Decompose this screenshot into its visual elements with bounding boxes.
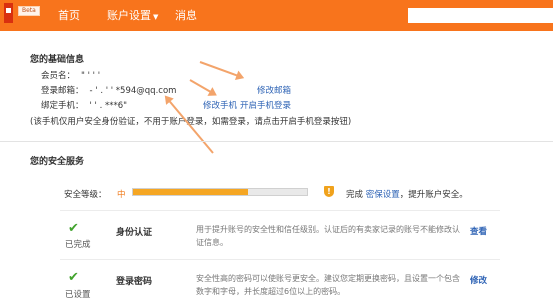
annotation-arrow [189,79,215,95]
item-divider [60,259,500,260]
security-title: 您的安全服务 [30,157,85,167]
member-row: 会员名： " ' ' ' [41,69,100,81]
item-status: 已设置 [65,290,91,300]
email-row: 登录邮箱： - ' . ' ' *594@qq.com [41,84,176,96]
security-level-label: 安全等级： [64,190,107,200]
nav-account-label: 账户设置 [107,9,151,22]
phone-label: 绑定手机： [41,101,84,111]
item-divider [60,210,500,211]
check-icon: ✔ [68,270,79,285]
email-label: 登录邮箱： [41,86,84,96]
shield-icon: ! [324,186,334,197]
beta-badge: Beta [18,6,40,16]
security-question-link[interactable]: 密保设置 [366,190,400,200]
security-hint: 完成 密保设置，提升账户安全。 [346,188,468,200]
annotation-arrow [199,61,242,78]
phone-value: ' ' . ***6" [89,101,128,111]
top-nav-bar: Beta 首页 账户设置 ▼ 消息 [0,0,553,31]
view-identity-button[interactable]: 查看 [470,225,487,237]
logo-icon[interactable] [4,3,13,23]
hint-prefix: 完成 [346,190,364,200]
edit-phone-link[interactable]: 修改手机 [203,99,237,111]
item-name: 身份认证 [116,228,153,238]
item-description: 安全性高的密码可以使账号更安全。建议您定期更换密码，且设置一个包含数字和字母，并… [196,274,460,296]
enable-phone-login-link[interactable]: 开启手机登录 [240,99,291,111]
member-value: " ' ' ' [81,71,101,81]
security-level-fill [133,189,248,195]
item-description: 用于提升账号的安全性和信任级别。认证后的有卖家记录的账号不能修改认证信息。 [196,225,460,247]
email-value: - ' . ' ' *594@qq.com [89,86,177,96]
item-name: 登录密码 [116,277,153,287]
security-level-value: 中 [117,190,126,200]
nav-messages[interactable]: 消息 [175,0,197,31]
member-label: 会员名： [41,71,76,81]
hint-suffix: ，提升账户安全。 [399,190,468,200]
basic-info-title: 您的基础信息 [30,55,85,65]
search-input[interactable] [408,8,553,23]
edit-email-link[interactable]: 修改邮箱 [257,84,291,96]
chevron-down-icon: ▼ [153,13,159,21]
security-level-bar [132,188,308,196]
nav-account-settings[interactable]: 账户设置 ▼ [107,0,158,31]
section-divider [0,141,553,142]
nav-home[interactable]: 首页 [58,0,80,31]
item-status: 已完成 [65,240,91,250]
check-icon: ✔ [68,221,79,236]
phone-row: 绑定手机： ' ' . ***6" [41,99,127,111]
change-password-button[interactable]: 修改 [470,274,487,286]
